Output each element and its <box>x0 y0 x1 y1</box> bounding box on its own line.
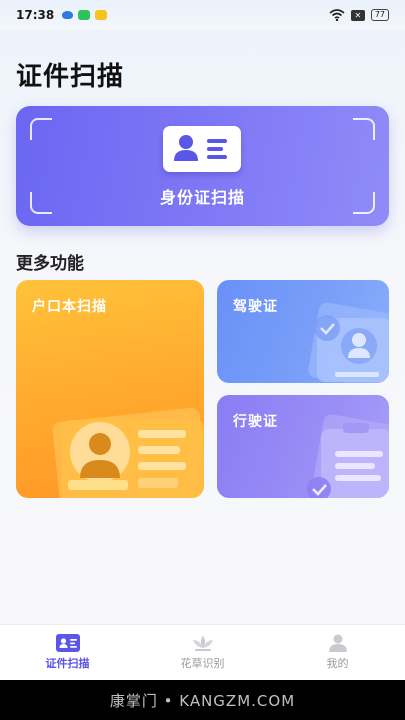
nav-item-plant-recognition[interactable]: 花草识别 <box>135 625 270 680</box>
driver-license-illustration <box>308 302 389 383</box>
person-icon <box>328 634 347 652</box>
yellow-app-icon <box>95 10 108 20</box>
green-app-icon <box>78 10 91 20</box>
status-right: ✕ 77 <box>329 9 389 21</box>
nav-item-profile[interactable]: 我的 <box>270 625 405 680</box>
page-title: 证件扫描 <box>16 62 125 92</box>
id-card-icon <box>163 126 241 172</box>
driver-license-scan-button[interactable]: 驾驶证 <box>217 280 389 383</box>
status-bar: 17:38 ✕ 77 <box>0 0 405 30</box>
household-register-illustration <box>52 407 204 498</box>
battery-indicator: 77 <box>370 9 389 21</box>
id-card-scan-label: 身份证扫描 <box>159 188 245 207</box>
nav-label-id-scan: 证件扫描 <box>45 657 90 670</box>
household-register-scan-button[interactable]: 户口本扫描 <box>16 280 204 498</box>
nav-label-plant-recognition: 花草识别 <box>180 657 225 670</box>
scan-frame-corner <box>353 118 375 140</box>
scan-frame-corner <box>30 118 52 140</box>
id-card-icon <box>55 634 80 652</box>
vehicle-license-illustration <box>307 414 389 498</box>
bottom-navigation: 证件扫描 花草识别 我的 <box>0 624 405 680</box>
lotus-icon <box>192 636 213 651</box>
vehicle-license-scan-button[interactable]: 行驶证 <box>217 395 389 498</box>
nav-item-id-scan[interactable]: 证件扫描 <box>0 625 135 680</box>
id-card-scan-button[interactable]: 身份证扫描 <box>16 106 389 226</box>
wifi-icon <box>329 9 345 21</box>
notification-icons <box>62 10 108 20</box>
nav-label-profile: 我的 <box>326 657 349 670</box>
mute-icon: ✕ <box>350 9 365 21</box>
watermark-bar: 康掌门 • KANGZM.COM <box>0 680 405 720</box>
more-features-title: 更多功能 <box>16 254 84 274</box>
status-time: 17:38 <box>16 8 55 22</box>
watermark-text: 康掌门 • KANGZM.COM <box>109 691 296 710</box>
bird-app-icon <box>62 11 74 19</box>
